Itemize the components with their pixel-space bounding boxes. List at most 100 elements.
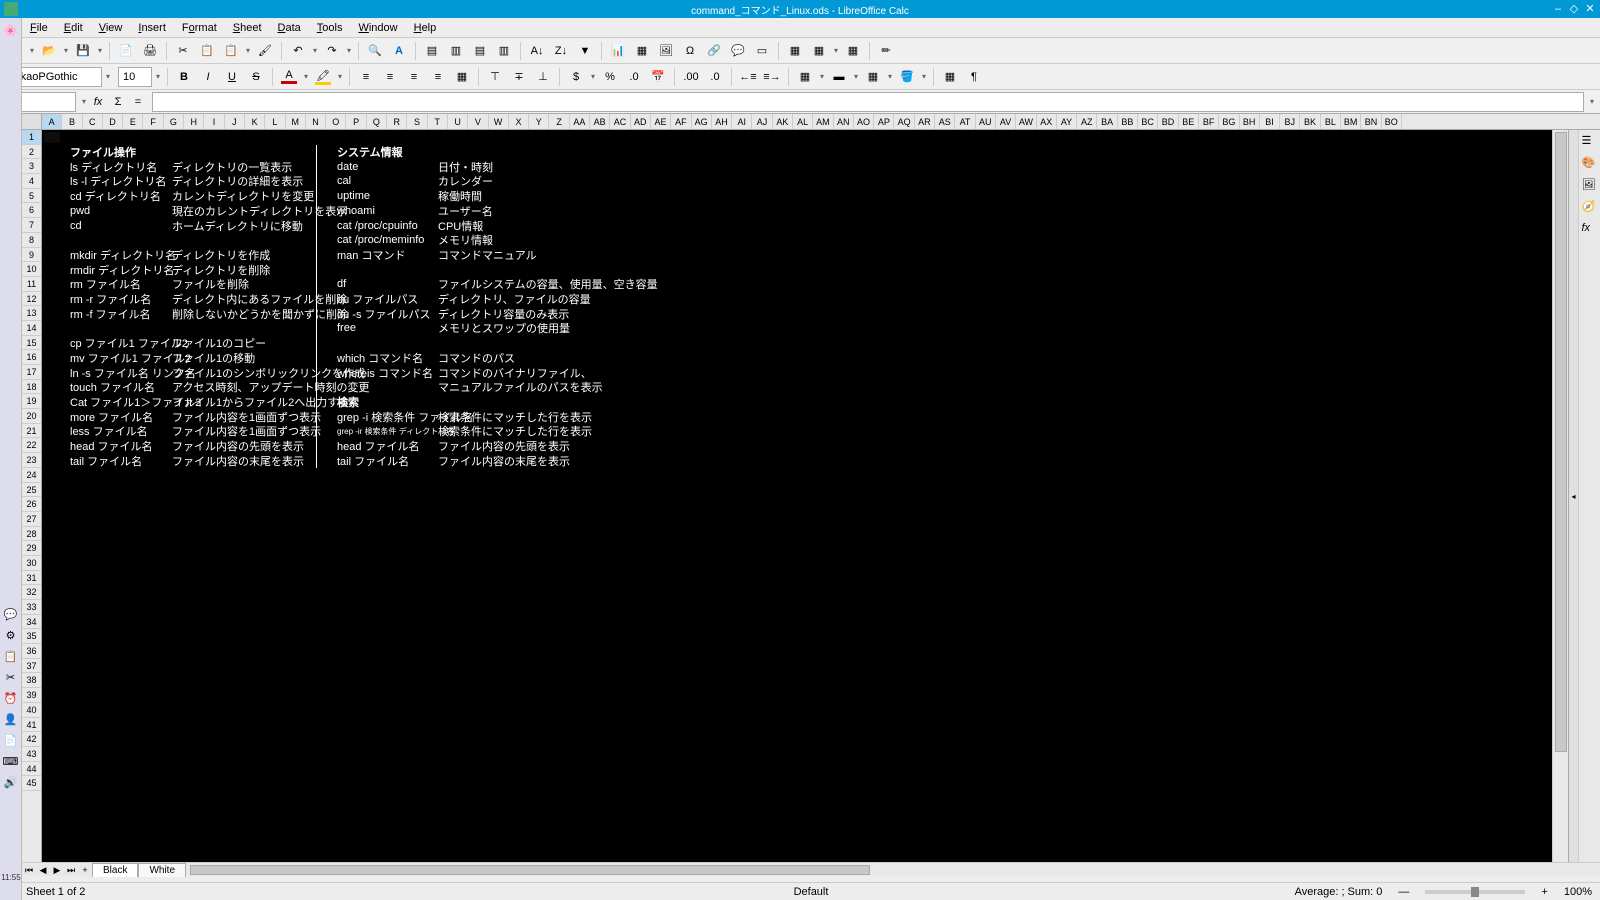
column-header[interactable]: BH [1240, 114, 1260, 129]
panel-icon-8[interactable]: ⌨ [2, 752, 20, 770]
remove-decimal-button[interactable]: .0 [704, 66, 726, 88]
minimize-button[interactable]: – [1552, 3, 1564, 15]
date-button[interactable]: 📅 [647, 66, 669, 88]
column-header[interactable]: AM [813, 114, 833, 129]
styles-button[interactable]: ¶ [963, 66, 985, 88]
column-header[interactable]: AT [955, 114, 975, 129]
menu-tools[interactable]: Tools [309, 20, 351, 36]
image-button[interactable]: 🖼 [655, 40, 677, 62]
column-header[interactable]: P [346, 114, 366, 129]
row-header[interactable]: 3 [22, 159, 41, 174]
pivot-button[interactable]: ▦ [631, 40, 653, 62]
row-header[interactable]: 9 [22, 248, 41, 263]
panel-icon-4[interactable]: ✂ [2, 668, 20, 686]
open-dropdown[interactable]: ▾ [62, 46, 70, 55]
pdf-button[interactable]: 📄 [115, 40, 137, 62]
column-header[interactable]: B [62, 114, 82, 129]
sidebar-toggle[interactable]: ◂ [1568, 130, 1578, 862]
row-header[interactable]: 11 [22, 277, 41, 292]
copy-button[interactable]: 📋 [196, 40, 218, 62]
row-header[interactable]: 21 [22, 424, 41, 439]
align-middle-button[interactable]: ∓ [508, 66, 530, 88]
align-top-button[interactable]: ⊤ [484, 66, 506, 88]
formula-button[interactable]: = [129, 93, 147, 111]
row-header[interactable]: 33 [22, 600, 41, 615]
align-right-button[interactable]: ≡ [403, 66, 425, 88]
undo-dropdown[interactable]: ▾ [311, 46, 319, 55]
sort-desc-button[interactable]: Z↓ [550, 40, 572, 62]
align-justify-button[interactable]: ≡ [427, 66, 449, 88]
column-header[interactable]: O [326, 114, 346, 129]
row-header[interactable]: 12 [22, 292, 41, 307]
column-header[interactable]: AH [712, 114, 732, 129]
paste-button[interactable]: 📋 [220, 40, 242, 62]
print-button[interactable]: 🖨 [139, 40, 161, 62]
border-color-button[interactable]: ▦ [862, 66, 884, 88]
column-header[interactable]: AK [773, 114, 793, 129]
column-header[interactable]: H [184, 114, 204, 129]
strikethrough-button[interactable]: S [245, 66, 267, 88]
column-header[interactable]: S [407, 114, 427, 129]
row-header[interactable]: 19 [22, 394, 41, 409]
row-header[interactable]: 29 [22, 541, 41, 556]
menu-window[interactable]: Window [350, 20, 405, 36]
bg-color-button[interactable]: 🪣 [896, 66, 918, 88]
cell-grid[interactable]: ファイル操作システム情報ls ディレクトリ名ディレクトリの一覧表示date日付・… [42, 130, 1552, 862]
align-bottom-button[interactable]: ⊥ [532, 66, 554, 88]
sort-asc-button[interactable]: A↓ [526, 40, 548, 62]
app-launcher-icon[interactable]: 🌸 [2, 21, 20, 39]
menu-sheet[interactable]: Sheet [225, 20, 270, 36]
column-header[interactable]: AU [976, 114, 996, 129]
save-button[interactable]: 💾 [72, 40, 94, 62]
column-header[interactable]: AE [651, 114, 671, 129]
column-header[interactable]: W [489, 114, 509, 129]
row-header[interactable]: 4 [22, 174, 41, 189]
column-header[interactable]: J [225, 114, 245, 129]
vertical-scrollbar[interactable] [1552, 130, 1568, 862]
decrease-indent-button[interactable]: ≡→ [761, 66, 783, 88]
column-header[interactable]: Q [367, 114, 387, 129]
column-header[interactable]: AV [996, 114, 1016, 129]
row-header[interactable]: 7 [22, 218, 41, 233]
row-header[interactable]: 35 [22, 629, 41, 644]
column-header[interactable]: AO [854, 114, 874, 129]
column-header[interactable]: AG [692, 114, 712, 129]
functions-icon[interactable]: fx [1582, 222, 1598, 238]
format-paintbrush-button[interactable]: 🖌 [254, 40, 276, 62]
horizontal-scrollbar[interactable] [190, 863, 1548, 876]
open-button[interactable]: 📂 [38, 40, 60, 62]
zoom-label[interactable]: 100% [1564, 886, 1592, 898]
row-button[interactable]: ▤ [421, 40, 443, 62]
row-header[interactable]: 43 [22, 747, 41, 762]
row-header[interactable]: 25 [22, 483, 41, 498]
column-header[interactable]: BA [1097, 114, 1117, 129]
column-header[interactable]: AS [935, 114, 955, 129]
column-header[interactable]: BD [1158, 114, 1178, 129]
autofilter-button[interactable]: ▼ [574, 40, 596, 62]
panel-icon-3[interactable]: 📋 [2, 647, 20, 665]
column-header[interactable]: U [448, 114, 468, 129]
column-header[interactable]: AW [1016, 114, 1036, 129]
column-header[interactable]: AX [1037, 114, 1057, 129]
maximize-button[interactable]: ◇ [1568, 3, 1580, 15]
menu-file[interactable]: File [22, 20, 56, 36]
column-header[interactable]: BJ [1280, 114, 1300, 129]
next-sheet-button[interactable]: ▶ [50, 863, 64, 877]
column-header[interactable]: BB [1118, 114, 1138, 129]
column-header[interactable]: AN [834, 114, 854, 129]
row-header[interactable]: 8 [22, 233, 41, 248]
close-button[interactable]: ✕ [1584, 3, 1596, 15]
freeze-button[interactable]: ▦ [784, 40, 806, 62]
row-header[interactable]: 17 [22, 365, 41, 380]
row-header[interactable]: 16 [22, 350, 41, 365]
print-area-button[interactable]: ▦ [842, 40, 864, 62]
panel-icon-2[interactable]: ⚙ [2, 626, 20, 644]
spellcheck-button[interactable]: A [388, 40, 410, 62]
prev-sheet-button[interactable]: ◀ [36, 863, 50, 877]
column-header[interactable]: A [42, 114, 62, 129]
row-header[interactable]: 14 [22, 321, 41, 336]
row-header[interactable]: 24 [22, 468, 41, 483]
column-header[interactable]: E [123, 114, 143, 129]
row-header[interactable]: 20 [22, 409, 41, 424]
row-header[interactable]: 15 [22, 336, 41, 351]
